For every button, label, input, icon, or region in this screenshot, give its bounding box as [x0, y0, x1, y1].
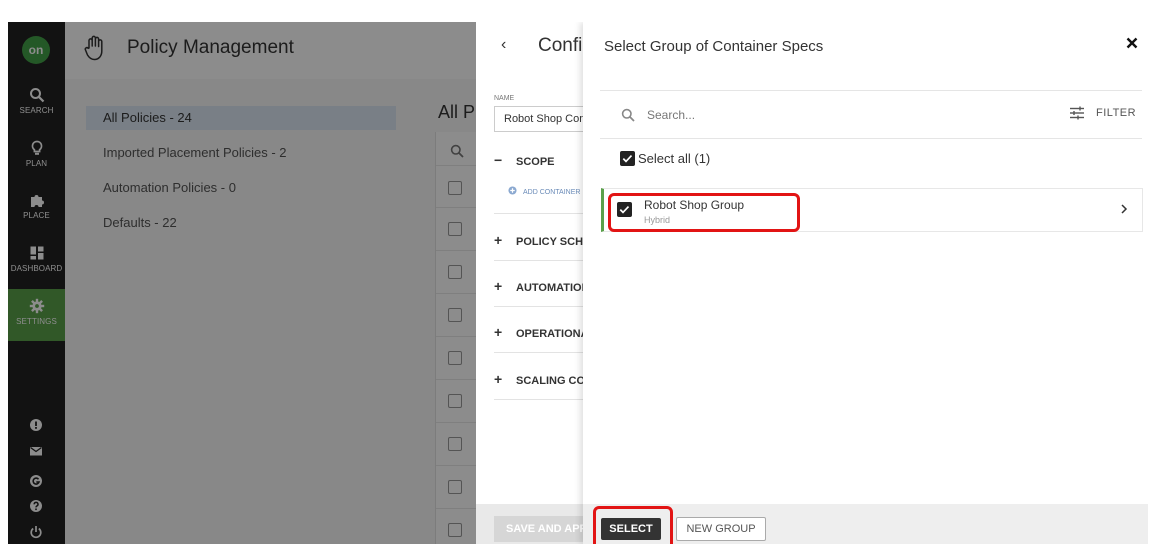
divider	[494, 352, 583, 353]
add-circle-icon	[508, 186, 517, 195]
expand-icon: +	[494, 371, 503, 387]
new-group-button[interactable]: NEW GROUP	[676, 517, 766, 541]
chevron-right-icon[interactable]	[1120, 203, 1128, 215]
expand-icon: +	[494, 278, 503, 294]
search-icon	[621, 108, 635, 122]
expand-icon: +	[494, 324, 503, 340]
collapse-icon: −	[494, 152, 503, 168]
select-all-checkbox[interactable]	[620, 151, 635, 166]
highlight-annotation	[608, 193, 800, 232]
divider	[494, 399, 583, 400]
name-field[interactable]: Robot Shop Cont	[494, 106, 583, 132]
close-icon[interactable]	[1126, 37, 1138, 49]
divider	[494, 213, 583, 214]
section-label: POLICY SCHE	[516, 236, 583, 248]
section-operational[interactable]: + OPERATIONA	[494, 324, 583, 340]
filter-label: FILTER	[1096, 107, 1137, 119]
section-label: SCOPE	[516, 156, 555, 168]
divider	[494, 306, 583, 307]
section-label: SCALING CO	[516, 375, 583, 387]
back-icon[interactable]: ‹	[501, 36, 506, 54]
checkmark-icon	[622, 155, 633, 163]
section-policy-schedule[interactable]: + POLICY SCHE	[494, 232, 583, 248]
highlight-annotation	[593, 506, 673, 544]
select-all-label: Select all (1)	[638, 151, 711, 166]
section-scope[interactable]: − SCOPE	[494, 152, 583, 168]
config-panel: ‹ Confi NAME Robot Shop Cont − SCOPE ADD …	[476, 22, 583, 544]
section-automation[interactable]: + AUTOMATION	[494, 278, 583, 294]
search-input[interactable]	[647, 106, 1047, 124]
add-container-label: ADD CONTAINER	[523, 189, 581, 196]
section-scaling[interactable]: + SCALING CO	[494, 371, 583, 387]
app-window: on SEARCH PLAN PLACE DASHBOARD SETTINGS	[8, 22, 1148, 544]
panel-title: Select Group of Container Specs	[604, 38, 824, 55]
save-and-apply-button[interactable]: SAVE AND APPL	[494, 516, 583, 542]
name-label: NAME	[494, 95, 515, 102]
config-title: Confi	[538, 35, 583, 56]
modal-overlay	[8, 22, 476, 544]
select-group-panel: Select Group of Container Specs FILTER S…	[583, 22, 1148, 544]
divider	[600, 90, 1142, 91]
divider	[600, 138, 1142, 139]
expand-icon: +	[494, 232, 503, 248]
divider	[494, 260, 583, 261]
section-label: AUTOMATION	[516, 282, 583, 294]
filter-icon	[1070, 106, 1084, 120]
add-container-link[interactable]: ADD CONTAINER	[508, 186, 580, 196]
section-label: OPERATIONA	[516, 328, 583, 340]
filter-button[interactable]: FILTER	[1069, 104, 1137, 124]
